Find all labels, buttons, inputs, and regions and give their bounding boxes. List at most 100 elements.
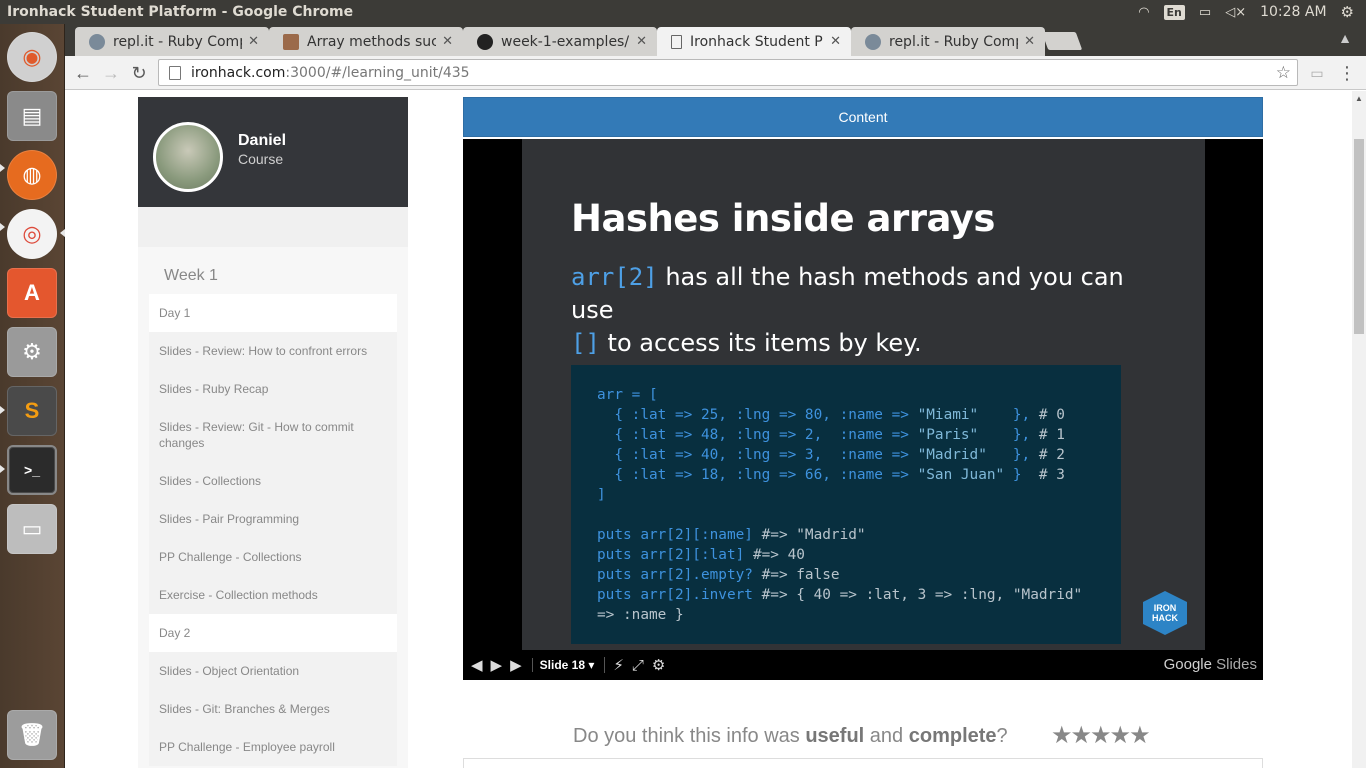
chrome-icon[interactable]: ◎ bbox=[7, 209, 57, 259]
reload-icon[interactable]: ↻ bbox=[127, 61, 151, 85]
files-icon[interactable]: ▤ bbox=[7, 91, 57, 141]
page-scrollbar[interactable]: ▲ bbox=[1352, 91, 1366, 768]
tab-strip: repl.it - Ruby Comp ✕ Array methods suc … bbox=[65, 24, 1366, 56]
brand-slides: Slides bbox=[1216, 656, 1257, 673]
profile-subtitle: Course bbox=[238, 151, 284, 167]
tab-ironhack-active[interactable]: Ironhack Student P ✕ bbox=[657, 27, 851, 56]
course-sidebar: Week 1 Day 1 Slides - Review: How to con… bbox=[138, 247, 408, 768]
google-slides-brand[interactable]: Google Slides bbox=[1164, 656, 1257, 673]
battery-icon[interactable]: ▭ bbox=[1199, 5, 1211, 20]
tab-title: repl.it - Ruby Comp bbox=[113, 33, 243, 50]
replit-favicon-icon bbox=[865, 33, 881, 50]
google-slides-embed[interactable]: Hashes inside arrays arr[2] has all the … bbox=[463, 139, 1263, 680]
slide-selector[interactable]: Slide 18 ▾ bbox=[531, 658, 594, 672]
slide: Hashes inside arrays arr[2] has all the … bbox=[522, 139, 1205, 650]
running-indicator bbox=[0, 164, 5, 172]
url-path: :3000/#/learning_unit/435 bbox=[285, 64, 470, 81]
clock[interactable]: 10:28 AM bbox=[1260, 4, 1326, 20]
stackoverflow-favicon-icon bbox=[283, 33, 299, 50]
running-indicator bbox=[0, 223, 5, 231]
sidebar-spacer bbox=[138, 207, 408, 247]
list-item-day[interactable]: Day 2 bbox=[149, 614, 397, 652]
slides-control-bar: ◀ ▶ ▶ Slide 18 ▾ ⚡ ⤢ ⚙ Google Slides bbox=[463, 650, 1263, 680]
github-favicon-icon bbox=[477, 33, 493, 50]
page-favicon-icon bbox=[671, 34, 682, 49]
keyboard-language-indicator[interactable]: En bbox=[1163, 4, 1185, 20]
sublime-text-icon[interactable]: S bbox=[7, 386, 57, 436]
list-item[interactable]: Exercise - Collection methods bbox=[149, 576, 397, 614]
close-icon[interactable]: ✕ bbox=[248, 34, 259, 49]
list-item[interactable]: Slides - Review: How to confront errors bbox=[149, 332, 397, 370]
window-title: Ironhack Student Platform - Google Chrom… bbox=[7, 4, 354, 20]
system-top-panel: Ironhack Student Platform - Google Chrom… bbox=[0, 0, 1366, 24]
slide-body-text: arr[2] has all the hash methods and you … bbox=[571, 261, 1171, 360]
tab-title: Array methods suc bbox=[307, 33, 437, 50]
browser-toolbar: ← → ↻ ironhack.com :3000/#/learning_unit… bbox=[65, 56, 1366, 90]
settings-gear-icon[interactable]: ⚙ bbox=[652, 656, 665, 674]
profile-name: Daniel bbox=[238, 132, 287, 149]
volume-muted-icon[interactable]: ◁× bbox=[1225, 5, 1246, 20]
page-info-icon[interactable] bbox=[169, 65, 181, 80]
tab-title: week-1-examples/2 bbox=[501, 33, 631, 50]
avatar[interactable] bbox=[153, 122, 223, 192]
feedback-question: Do you think this info was useful and co… bbox=[573, 725, 1008, 748]
wifi-icon[interactable]: ◠ bbox=[1138, 5, 1149, 20]
address-bar[interactable]: ironhack.com :3000/#/learning_unit/435 ☆ bbox=[158, 59, 1298, 86]
comment-box[interactable] bbox=[463, 758, 1263, 768]
scrollbar-thumb[interactable] bbox=[1354, 139, 1364, 334]
power-gear-icon[interactable]: ⚙ bbox=[1341, 3, 1354, 21]
disk-drive-icon[interactable]: ▭ bbox=[7, 504, 57, 554]
list-item[interactable]: Slides - Collections bbox=[149, 462, 397, 500]
feedback-word-useful: useful bbox=[805, 725, 865, 747]
tab-replit-2[interactable]: repl.it - Ruby Comp ✕ bbox=[851, 27, 1045, 56]
laser-pointer-icon[interactable]: ⚡ bbox=[613, 656, 624, 674]
forward-icon[interactable]: → bbox=[99, 61, 123, 85]
firefox-icon[interactable]: ◍ bbox=[7, 150, 57, 200]
tab-array-methods[interactable]: Array methods suc ✕ bbox=[269, 27, 463, 56]
slide-title: Hashes inside arrays bbox=[571, 197, 995, 240]
profile-card: Daniel Course bbox=[138, 97, 408, 207]
tab-github-week1[interactable]: week-1-examples/2 ✕ bbox=[463, 27, 657, 56]
slide-text-part: to access its items by key. bbox=[599, 329, 922, 357]
trash-icon[interactable]: 🗑 bbox=[7, 710, 57, 760]
content-header: Content bbox=[463, 97, 1263, 137]
profile-icon[interactable]: ▲ bbox=[1338, 30, 1352, 46]
bookmark-star-icon[interactable]: ☆ bbox=[1276, 63, 1291, 83]
system-settings-icon[interactable]: ⚙ bbox=[7, 327, 57, 377]
tab-replit-1[interactable]: repl.it - Ruby Comp ✕ bbox=[75, 27, 269, 56]
ubuntu-dash-icon[interactable]: ◉ bbox=[7, 32, 57, 82]
week-unit-list: Day 1 Slides - Review: How to confront e… bbox=[149, 294, 397, 766]
list-item[interactable]: Slides - Review: Git - How to commit cha… bbox=[149, 408, 397, 462]
back-icon[interactable]: ← bbox=[71, 61, 95, 85]
play-icon[interactable]: ▶ bbox=[491, 656, 503, 674]
running-indicator bbox=[0, 406, 5, 414]
cast-icon[interactable]: ▭ bbox=[1305, 61, 1329, 85]
terminal-icon[interactable]: >_ bbox=[7, 445, 57, 495]
close-icon[interactable]: ✕ bbox=[830, 34, 841, 49]
brand-google: Google bbox=[1163, 656, 1212, 673]
running-indicator bbox=[0, 465, 5, 473]
list-item-day[interactable]: Day 1 bbox=[149, 294, 397, 332]
list-item[interactable]: Slides - Git: Branches & Merges bbox=[149, 690, 397, 728]
fullscreen-icon[interactable]: ⤢ bbox=[632, 657, 644, 674]
list-item[interactable]: Slides - Ruby Recap bbox=[149, 370, 397, 408]
close-icon[interactable]: ✕ bbox=[1024, 34, 1035, 49]
new-tab-button[interactable] bbox=[1041, 32, 1083, 50]
next-slide-icon[interactable]: ▶ bbox=[510, 656, 522, 674]
menu-icon[interactable]: ⋮ bbox=[1335, 61, 1359, 85]
list-item[interactable]: Slides - Pair Programming bbox=[149, 500, 397, 538]
code-reference: [] bbox=[571, 329, 600, 357]
scroll-up-icon[interactable]: ▲ bbox=[1355, 94, 1363, 103]
list-item[interactable]: PP Challenge - Collections bbox=[149, 538, 397, 576]
close-icon[interactable]: ✕ bbox=[636, 34, 647, 49]
list-item[interactable]: Slides - Object Orientation bbox=[149, 652, 397, 690]
divider bbox=[604, 657, 606, 673]
logo-line: HACK bbox=[1152, 613, 1178, 623]
close-icon[interactable]: ✕ bbox=[442, 34, 453, 49]
list-item[interactable]: PP Challenge - Employee payroll bbox=[149, 728, 397, 766]
previous-slide-icon[interactable]: ◀ bbox=[471, 656, 483, 674]
software-center-icon[interactable]: A bbox=[7, 268, 57, 318]
star-rating[interactable]: ★★★★★ bbox=[1051, 721, 1151, 750]
week-title[interactable]: Week 1 bbox=[164, 267, 218, 285]
tab-title: repl.it - Ruby Comp bbox=[889, 33, 1019, 50]
